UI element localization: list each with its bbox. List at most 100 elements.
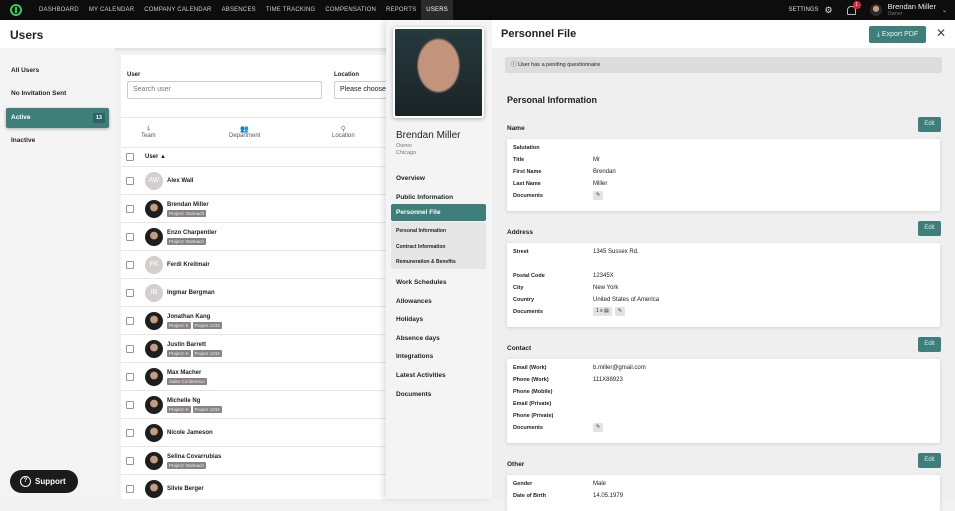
user-name[interactable]: Justin Barrett xyxy=(167,342,206,348)
close-icon[interactable]: ✕ xyxy=(936,26,946,40)
sidebar-item-no-invitation[interactable]: No Invitation Sent xyxy=(6,84,109,104)
group-title: Name xyxy=(507,125,525,132)
nav-dashboard[interactable]: DASHBOARD xyxy=(34,0,84,20)
sidebar: All Users No Invitation Sent Active 13 In… xyxy=(0,48,115,499)
profile-menu-work-schedules[interactable]: Work Schedules xyxy=(396,279,446,286)
row-checkbox[interactable] xyxy=(126,205,134,213)
edit-button[interactable]: Edit xyxy=(918,337,941,352)
document-count: 1 x xyxy=(596,308,603,314)
filter-label: Location xyxy=(332,133,355,139)
gear-icon[interactable]: ⚙ xyxy=(825,5,833,16)
table-row[interactable]: Selina Covarrubias Project: Outreach xyxy=(121,446,391,474)
row-checkbox[interactable] xyxy=(126,373,134,381)
row-checkbox[interactable] xyxy=(126,429,134,437)
user-name[interactable]: Brendan Miller xyxy=(167,202,209,208)
row-checkbox[interactable] xyxy=(126,345,134,353)
table-header: User ▲ xyxy=(121,147,391,166)
table-row[interactable]: Nicole Jameson xyxy=(121,418,391,446)
column-user[interactable]: User ▲ xyxy=(145,154,166,160)
nav-absences[interactable]: ABSENCES xyxy=(217,0,261,20)
sidebar-item-all-users[interactable]: All Users xyxy=(6,61,109,81)
profile-location: Chicago xyxy=(396,150,417,156)
table-row[interactable]: Justin Barrett Project: K Project 1234 xyxy=(121,334,391,362)
table-row[interactable]: Michelle Ng Project: K Project 1234 xyxy=(121,390,391,418)
location-filter[interactable]: ⚲ Location xyxy=(332,125,355,139)
team-filter[interactable]: ⍋ Team xyxy=(141,125,156,139)
field-label: Phone (Private) xyxy=(513,413,554,419)
user-name[interactable]: Jonathan Kang xyxy=(167,314,210,320)
info-card: Email (Work) b.miller@gmail.com Phone (Wor… xyxy=(507,359,940,443)
export-pdf-button[interactable]: ⤓ Export PDF xyxy=(869,26,926,43)
nav-users[interactable]: USERS xyxy=(421,0,453,20)
table-row[interactable]: FK Ferdi Kreitmair xyxy=(121,250,391,278)
edit-button[interactable]: Edit xyxy=(918,453,941,468)
sidebar-item-label: All Users xyxy=(11,67,40,74)
table-row[interactable]: Max Macher Sales Conference xyxy=(121,362,391,390)
document-count-chip[interactable]: 1 x ▤ xyxy=(593,307,612,316)
user-name[interactable]: Ingmar Bergman xyxy=(167,290,215,296)
nav-my-calendar[interactable]: MY CALENDAR xyxy=(84,0,139,20)
profile-submenu-item[interactable]: Contract Information xyxy=(396,244,445,250)
paperclip-icon[interactable]: ✎ xyxy=(614,307,625,316)
chevron-down-icon[interactable]: ⌄ xyxy=(942,7,947,14)
top-navigation: DASHBOARD MY CALENDAR COMPANY CALENDAR ABSE… xyxy=(0,0,955,20)
nav-time-tracking[interactable]: TIME TRACKING xyxy=(261,0,321,20)
row-checkbox[interactable] xyxy=(126,317,134,325)
sidebar-item-active[interactable]: Active 13 xyxy=(6,108,109,128)
table-row[interactable]: Silvie Berger xyxy=(121,474,391,502)
user-menu[interactable]: Brendan Miller Owner xyxy=(888,3,936,18)
avatar: IB xyxy=(145,284,163,302)
settings-link[interactable]: SETTINGS xyxy=(789,7,819,13)
user-name[interactable]: Alex Wall xyxy=(167,178,193,184)
user-name[interactable]: Max Macher xyxy=(167,370,201,376)
profile-menu-allowances[interactable]: Allowances xyxy=(396,298,432,305)
profile-menu-personnel-file[interactable]: Personnel File xyxy=(391,204,486,221)
profile-menu-documents[interactable]: Documents xyxy=(396,391,431,398)
row-checkbox[interactable] xyxy=(126,457,134,465)
avatar xyxy=(145,312,163,330)
logo-icon[interactable] xyxy=(10,4,22,16)
user-name[interactable]: Silvie Berger xyxy=(167,486,204,492)
profile-submenu-item[interactable]: Personal Information xyxy=(396,228,446,234)
row-checkbox[interactable] xyxy=(126,289,134,297)
row-checkbox[interactable] xyxy=(126,261,134,269)
row-checkbox[interactable] xyxy=(126,485,134,493)
paperclip-icon[interactable]: ✎ xyxy=(593,191,604,200)
nav-compensation[interactable]: COMPENSATION xyxy=(320,0,381,20)
avatar xyxy=(145,424,163,442)
department-filter[interactable]: 👥 Department xyxy=(229,125,260,139)
user-name[interactable]: Michelle Ng xyxy=(167,398,200,404)
nav-reports[interactable]: REPORTS xyxy=(381,0,421,20)
sidebar-item-inactive[interactable]: Inactive xyxy=(6,131,109,151)
profile-submenu-item[interactable]: Remuneration & Benefits xyxy=(396,259,456,265)
profile-menu-absence-days[interactable]: Absence days xyxy=(396,335,440,342)
bell-icon[interactable]: 1 xyxy=(846,0,861,15)
row-checkbox[interactable] xyxy=(126,177,134,185)
profile-menu-integrations[interactable]: Integrations xyxy=(396,353,433,360)
profile-menu-public-information[interactable]: Public Information xyxy=(396,194,453,201)
edit-button[interactable]: Edit xyxy=(918,117,941,132)
table-row[interactable]: AW Alex Wall xyxy=(121,166,391,194)
table-row[interactable]: Enzo Charpentier Project: Outreach xyxy=(121,222,391,250)
edit-button[interactable]: Edit xyxy=(918,221,941,236)
profile-menu-latest-activities[interactable]: Latest Activities xyxy=(396,372,446,379)
profile-menu-overview[interactable]: Overview xyxy=(396,175,425,182)
avatar xyxy=(145,228,163,246)
table-row[interactable]: Brendan Miller Project: Outreach xyxy=(121,194,391,222)
field-label: Salutation xyxy=(513,145,540,151)
row-checkbox[interactable] xyxy=(126,401,134,409)
paperclip-icon[interactable]: ✎ xyxy=(593,423,604,432)
search-input[interactable]: Search user xyxy=(127,81,322,99)
select-all-checkbox[interactable] xyxy=(126,153,134,161)
avatar[interactable] xyxy=(869,4,882,16)
profile-menu-holidays[interactable]: Holidays xyxy=(396,316,423,323)
support-button[interactable]: Support xyxy=(10,470,78,493)
user-name[interactable]: Enzo Charpentier xyxy=(167,230,217,236)
row-checkbox[interactable] xyxy=(126,233,134,241)
user-name[interactable]: Nicole Jameson xyxy=(167,430,213,436)
user-name[interactable]: Selina Covarrubias xyxy=(167,454,221,460)
table-row[interactable]: IB Ingmar Bergman xyxy=(121,278,391,306)
table-row[interactable]: Jonathan Kang Project: K Project 1234 xyxy=(121,306,391,334)
nav-company-calendar[interactable]: COMPANY CALENDAR xyxy=(139,0,216,20)
user-name[interactable]: Ferdi Kreitmair xyxy=(167,262,210,268)
